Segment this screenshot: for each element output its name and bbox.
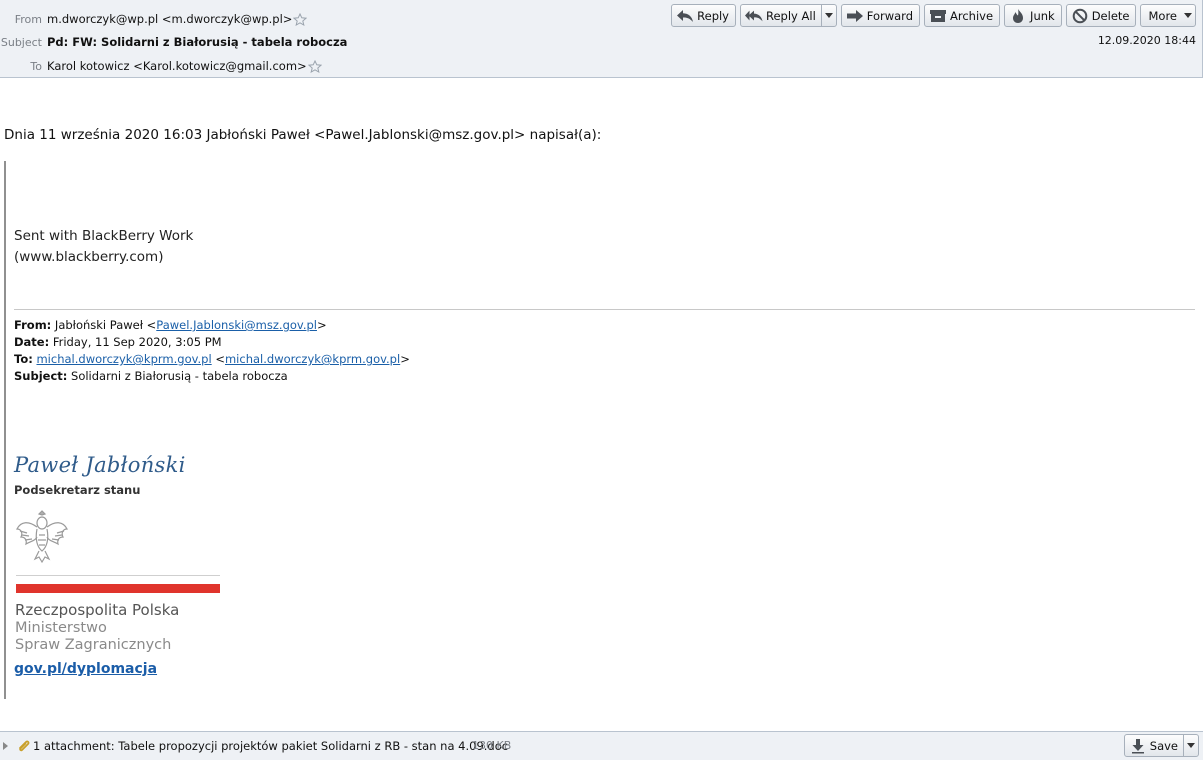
attachment-bar: 1 attachment: Tabele propozycji projektó… bbox=[0, 731, 1203, 760]
subject-value: Pd: FW: Solidarni z Białorusią - tabela … bbox=[47, 35, 348, 49]
fwd-from-close: > bbox=[316, 318, 327, 332]
reply-all-dropdown[interactable] bbox=[820, 5, 836, 26]
from-row: From m.dworczyk@wp.pl <m.dworczyk@wp.pl> bbox=[0, 10, 308, 28]
signature-org-line1: Rzeczpospolita Polska bbox=[15, 601, 180, 619]
delete-no-icon bbox=[1071, 8, 1089, 24]
subject-label: Subject bbox=[0, 35, 42, 49]
reply-all-icon bbox=[745, 8, 763, 24]
signature-website-link[interactable]: gov.pl/dyplomacja bbox=[14, 661, 157, 677]
signature-org-line2: Ministerstwo bbox=[15, 620, 107, 636]
fwd-to-label: To: bbox=[14, 352, 33, 366]
fwd-to-row: To: michal.dworczyk@kprm.gov.pl <michal.… bbox=[14, 351, 410, 368]
forward-icon bbox=[846, 8, 864, 24]
signature-name: Paweł Jabłoński bbox=[14, 453, 186, 477]
message-toolbar: Reply Reply All Forward Archive Junk Del… bbox=[671, 4, 1196, 27]
fwd-from-label: From: bbox=[14, 318, 52, 332]
flag-white-stripe bbox=[16, 575, 220, 576]
more-label: More bbox=[1148, 8, 1177, 23]
to-value[interactable]: Karol kotowicz <Karol.kotowicz@gmail.com… bbox=[47, 59, 307, 73]
subject-row: Subject Pd: FW: Solidarni z Białorusią -… bbox=[0, 33, 348, 51]
from-label: From bbox=[14, 12, 42, 26]
delete-button[interactable]: Delete bbox=[1065, 4, 1137, 27]
chevron-down-icon bbox=[1187, 743, 1195, 748]
blackberry-footer: Sent with BlackBerry Work (www.blackberr… bbox=[14, 226, 193, 268]
quote-bar bbox=[4, 161, 6, 699]
save-dropdown[interactable] bbox=[1183, 735, 1198, 756]
expand-attachments-toggle-icon[interactable] bbox=[3, 742, 8, 750]
to-label: To bbox=[30, 59, 42, 73]
forward-button[interactable]: Forward bbox=[840, 4, 921, 27]
message-date: 12.09.2020 18:44 bbox=[1097, 34, 1196, 47]
fwd-subject-row: Subject: Solidarni z Białorusią - tabela… bbox=[14, 368, 410, 385]
fwd-to-mid: < bbox=[211, 352, 225, 366]
forward-label: Forward bbox=[866, 8, 914, 23]
attachment-label[interactable]: 1 attachment: Tabele propozycji projektó… bbox=[33, 739, 508, 753]
polish-eagle-emblem-icon bbox=[16, 510, 68, 564]
more-dropdown[interactable] bbox=[1180, 5, 1195, 26]
fwd-to-email-link-2[interactable]: michal.dworczyk@kprm.gov.pl bbox=[225, 352, 400, 366]
download-icon bbox=[1129, 738, 1147, 754]
fwd-subject-label: Subject: bbox=[14, 369, 68, 383]
paperclip-icon bbox=[17, 739, 31, 756]
junk-button[interactable]: Junk bbox=[1004, 4, 1062, 27]
reply-all-label: Reply All bbox=[766, 8, 816, 23]
fwd-from-name: Jabłoński Paweł < bbox=[51, 318, 157, 332]
signature-org-line3: Spraw Zagranicznych bbox=[15, 637, 172, 653]
junk-label: Junk bbox=[1030, 8, 1055, 23]
fwd-to-close: > bbox=[400, 352, 410, 366]
flag-red-stripe bbox=[16, 584, 220, 593]
archive-button[interactable]: Archive bbox=[924, 4, 1001, 27]
signature-title: Podsekretarz stanu bbox=[14, 483, 141, 497]
fwd-date-row: Date: Friday, 11 Sep 2020, 3:05 PM bbox=[14, 334, 410, 351]
archive-icon bbox=[929, 8, 947, 24]
delete-label: Delete bbox=[1091, 8, 1130, 23]
message-body: Dnia 11 września 2020 16:03 Jabłoński Pa… bbox=[0, 79, 1203, 731]
reply-all-button[interactable]: Reply All bbox=[740, 4, 837, 27]
fwd-from-row: From: Jabłoński Paweł <Pawel.Jablonski@m… bbox=[14, 317, 410, 334]
save-button[interactable]: Save bbox=[1123, 734, 1199, 757]
reply-icon bbox=[676, 8, 694, 24]
chevron-down-icon bbox=[824, 13, 833, 18]
star-icon[interactable] bbox=[307, 59, 322, 73]
blackberry-line2: (www.blackberry.com) bbox=[14, 249, 164, 265]
to-row: To Karol kotowicz <Karol.kotowicz@gmail.… bbox=[0, 57, 322, 75]
fwd-to-email-link[interactable]: michal.dworczyk@kprm.gov.pl bbox=[36, 352, 211, 366]
fwd-date-value: Friday, 11 Sep 2020, 3:05 PM bbox=[49, 335, 222, 349]
reply-label: Reply bbox=[697, 8, 729, 23]
quote-intro: Dnia 11 września 2020 16:03 Jabłoński Pa… bbox=[4, 127, 602, 143]
more-button[interactable]: More bbox=[1140, 4, 1196, 27]
forwarded-header: From: Jabłoński Paweł <Pawel.Jablonski@m… bbox=[14, 317, 410, 385]
fwd-subject-value: Solidarni z Białorusią - tabela robocza bbox=[67, 369, 288, 383]
message-header: From m.dworczyk@wp.pl <m.dworczyk@wp.pl>… bbox=[0, 0, 1203, 78]
reply-button[interactable]: Reply bbox=[671, 4, 736, 27]
save-label: Save bbox=[1149, 738, 1178, 753]
blackberry-line1: Sent with BlackBerry Work bbox=[14, 228, 194, 244]
star-icon[interactable] bbox=[293, 12, 308, 26]
from-value[interactable]: m.dworczyk@wp.pl <m.dworczyk@wp.pl> bbox=[47, 12, 292, 26]
fwd-date-label: Date: bbox=[14, 335, 50, 349]
junk-flame-icon bbox=[1009, 8, 1027, 24]
attachment-size: 130 KB bbox=[472, 739, 512, 752]
chevron-down-icon bbox=[1183, 13, 1192, 18]
forward-separator bbox=[14, 309, 1195, 310]
fwd-from-email-link[interactable]: Pawel.Jablonski@msz.gov.pl bbox=[156, 318, 317, 332]
archive-label: Archive bbox=[950, 8, 994, 23]
